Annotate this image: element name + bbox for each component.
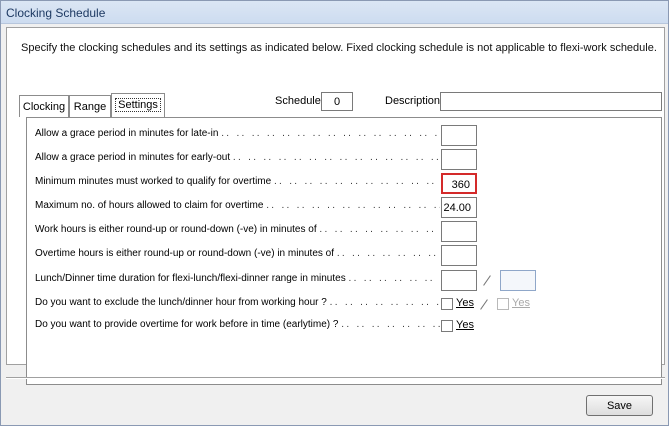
grace-early-out-label: Allow a grace period in minutes for earl… xyxy=(35,152,231,163)
window-title: Clocking Schedule xyxy=(1,1,668,24)
max-overtime-row: Maximum no. of hours allowed to claim fo… xyxy=(35,200,440,214)
exclude-lunch-yes-text: Yes xyxy=(456,297,474,309)
dot-leader: .. .. .. .. .. .. .. .. .. .. .. .. .. .… xyxy=(348,273,441,284)
overtime-rounding-label: Overtime hours is either round-up or rou… xyxy=(35,248,335,259)
early-overtime-row: Do you want to provide overtime for work… xyxy=(35,319,440,333)
clocking-schedule-window: Clocking Schedule Specify the clocking s… xyxy=(0,0,669,426)
schedule-label: Schedule xyxy=(275,95,321,107)
instructions-text: Specify the clocking schedules and its s… xyxy=(21,42,657,54)
grace-late-in-label: Allow a grace period in minutes for late… xyxy=(35,128,219,139)
description-field[interactable] xyxy=(440,92,662,111)
dot-leader: .. .. .. .. .. .. .. .. .. .. .. .. .. .… xyxy=(232,152,440,163)
dot-leader: .. .. .. .. .. .. .. .. .. .. .. .. .. .… xyxy=(329,297,440,308)
exclude-dinner-yes-text: Yes xyxy=(512,297,530,309)
grace-late-in-field[interactable] xyxy=(441,125,477,146)
work-rounding-row: Work hours is either round-up or round-d… xyxy=(35,224,440,238)
dinner-duration-field[interactable] xyxy=(500,270,536,291)
lunch-duration-label: Lunch/Dinner time duration for flexi-lun… xyxy=(35,273,346,284)
description-label: Description xyxy=(385,95,441,107)
save-button[interactable]: Save xyxy=(586,395,653,416)
main-panel: Specify the clocking schedules and its s… xyxy=(6,27,665,385)
early-overtime-label: Do you want to provide overtime for work… xyxy=(35,319,339,330)
exclude-dinner-checkbox[interactable] xyxy=(497,298,509,310)
dot-leader: .. .. .. .. .. .. .. .. .. .. .. .. .. .… xyxy=(221,128,440,139)
early-overtime-checkbox[interactable] xyxy=(441,320,453,332)
tab-settings-label: Settings xyxy=(115,98,161,112)
work-rounding-label: Work hours is either round-up or round-d… xyxy=(35,224,317,235)
early-overtime-yes-label[interactable]: Yes xyxy=(456,319,474,331)
dot-leader: .. .. .. .. .. .. .. .. .. .. .. .. .. .… xyxy=(336,248,440,259)
dot-leader: .. .. .. .. .. .. .. .. .. .. .. .. .. .… xyxy=(341,319,440,330)
lunch-duration-row: Lunch/Dinner time duration for flexi-lun… xyxy=(35,273,440,287)
dot-leader: .. .. .. .. .. .. .. .. .. .. .. .. .. .… xyxy=(273,176,440,187)
tab-range[interactable]: Range xyxy=(69,95,111,117)
dot-leader: .. .. .. .. .. .. .. .. .. .. .. .. .. .… xyxy=(266,200,440,211)
settings-panel: Allow a grace period in minutes for late… xyxy=(26,117,662,385)
exclude-dinner-yes-label[interactable]: Yes xyxy=(512,297,530,309)
min-overtime-label: Minimum minutes must worked to qualify f… xyxy=(35,176,272,187)
min-overtime-field[interactable]: 360 xyxy=(441,173,477,194)
grace-late-in-row: Allow a grace period in minutes for late… xyxy=(35,128,440,142)
exclude-lunch-checkbox[interactable] xyxy=(441,298,453,310)
exclude-lunch-yes-label[interactable]: Yes xyxy=(456,297,474,309)
lunch-duration-field[interactable] xyxy=(441,270,477,291)
tab-settings[interactable]: Settings xyxy=(111,93,165,117)
exclude-lunch-row: Do you want to exclude the lunch/dinner … xyxy=(35,297,440,311)
separator-slash xyxy=(480,299,488,310)
max-overtime-label: Maximum no. of hours allowed to claim fo… xyxy=(35,200,264,211)
exclude-lunch-label: Do you want to exclude the lunch/dinner … xyxy=(35,297,327,308)
grace-early-out-row: Allow a grace period in minutes for earl… xyxy=(35,152,440,166)
separator-slash xyxy=(483,275,491,286)
tab-clocking[interactable]: Clocking xyxy=(19,95,69,117)
min-overtime-row: Minimum minutes must worked to qualify f… xyxy=(35,176,440,190)
grace-early-out-field[interactable] xyxy=(441,149,477,170)
max-overtime-field[interactable]: 24.00 xyxy=(441,197,477,218)
work-rounding-field[interactable] xyxy=(441,221,477,242)
schedule-field[interactable]: 0 xyxy=(321,92,353,111)
footer-divider xyxy=(6,377,665,379)
overtime-rounding-field[interactable] xyxy=(441,245,477,266)
overtime-rounding-row: Overtime hours is either round-up or rou… xyxy=(35,248,440,262)
early-overtime-yes-text: Yes xyxy=(456,319,474,331)
dot-leader: .. .. .. .. .. .. .. .. .. .. .. .. .. .… xyxy=(319,224,440,235)
